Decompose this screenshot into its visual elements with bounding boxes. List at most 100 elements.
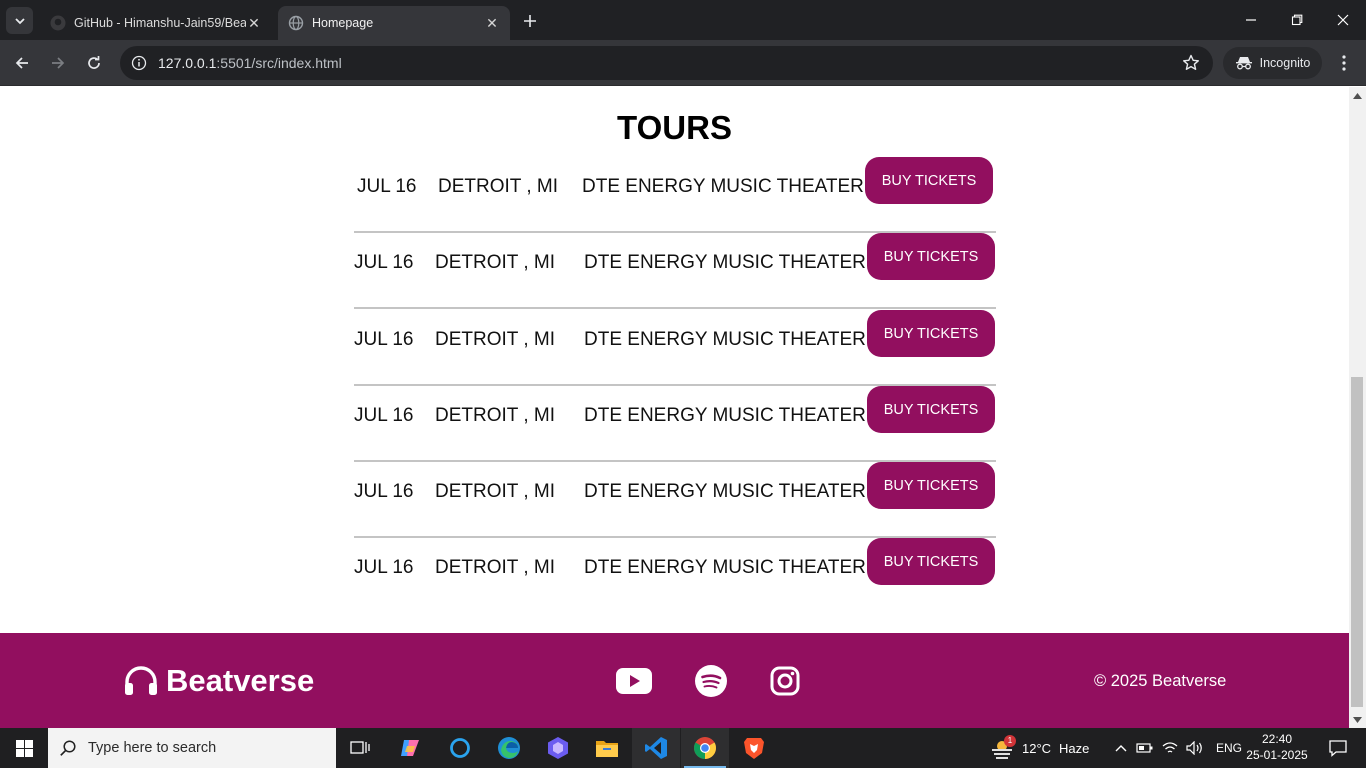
scrollbar-thumb[interactable] — [1351, 377, 1363, 707]
taskbar-vscode[interactable] — [632, 728, 680, 768]
address-bar[interactable]: 127.0.0.1:5501/src/index.html — [120, 46, 1213, 80]
footer-brand[interactable]: Beatverse — [124, 663, 314, 699]
tour-city: DETROIT , MI — [435, 481, 555, 502]
bookmark-star-icon[interactable] — [1181, 53, 1201, 73]
notification-center-button[interactable] — [1318, 728, 1358, 768]
restore-button[interactable] — [1274, 0, 1320, 40]
minimize-button[interactable] — [1228, 0, 1274, 40]
instagram-icon — [770, 666, 800, 696]
new-tab-button[interactable] — [518, 9, 542, 33]
tour-date: JUL 16 — [354, 481, 414, 502]
start-button[interactable] — [0, 728, 48, 768]
taskbar-copilot[interactable] — [386, 728, 434, 768]
brand-name: Beatverse — [166, 663, 315, 698]
minimize-icon — [1246, 19, 1256, 21]
url-text[interactable]: 127.0.0.1:5501/src/index.html — [158, 55, 342, 71]
copyright-text: © 2025 Beatverse — [1094, 672, 1227, 690]
taskbar-cortana[interactable] — [436, 728, 484, 768]
tab-search-button[interactable] — [6, 7, 33, 34]
copilot-icon — [401, 740, 419, 756]
taskbar-brave[interactable] — [730, 728, 778, 768]
tour-venue: DTE ENERGY MUSIC THEATER — [584, 481, 866, 502]
brave-icon — [744, 738, 764, 759]
spotify-link[interactable] — [692, 663, 730, 699]
scroll-up-icon[interactable] — [1349, 87, 1366, 104]
weather-widget[interactable]: 1 12°C Haze — [990, 728, 1089, 768]
weather-badge: 1 — [1004, 735, 1016, 747]
wifi-icon[interactable] — [1162, 741, 1178, 755]
site-footer: Beatverse © 2025 Beatverse — [0, 633, 1349, 728]
scroll-down-icon[interactable] — [1349, 711, 1366, 728]
browser-toolbar: 127.0.0.1:5501/src/index.html Incognito — [0, 40, 1366, 86]
tab-title: GitHub - Himanshu-Jain59/Bea — [74, 16, 246, 30]
tour-date: JUL 16 — [354, 329, 414, 350]
task-view-button[interactable] — [336, 728, 384, 768]
incognito-icon — [1235, 57, 1252, 70]
tour-row: JUL 16 DETROIT , MI DTE ENERGY MUSIC THE… — [354, 462, 996, 538]
forward-button[interactable] — [44, 49, 72, 77]
tour-row: JUL 16 DETROIT , MI DTE ENERGY MUSIC THE… — [354, 538, 996, 614]
youtube-icon — [616, 668, 652, 694]
page-scrollbar[interactable] — [1349, 87, 1366, 728]
tab-github[interactable]: GitHub - Himanshu-Jain59/Bea ✕ — [40, 6, 272, 40]
notification-icon — [1329, 740, 1347, 757]
incognito-indicator[interactable]: Incognito — [1223, 47, 1322, 79]
weather-haze-icon: 1 — [990, 735, 1016, 759]
back-button[interactable] — [8, 49, 36, 77]
language-indicator[interactable]: ENG — [1216, 741, 1242, 755]
volume-icon[interactable] — [1186, 741, 1204, 755]
tab-title: Homepage — [312, 16, 374, 30]
battery-icon[interactable] — [1136, 742, 1154, 754]
buy-tickets-button[interactable]: BUY TICKETS — [867, 310, 995, 357]
globe-icon — [288, 15, 304, 31]
tour-city: DETROIT , MI — [438, 176, 558, 197]
app-hexagon-icon — [548, 737, 568, 759]
headphones-icon — [125, 666, 157, 695]
close-icon[interactable]: ✕ — [484, 15, 500, 31]
tour-date: JUL 16 — [354, 405, 414, 426]
buy-tickets-button[interactable]: BUY TICKETS — [867, 386, 995, 433]
clock-time: 22:40 — [1261, 732, 1293, 746]
taskbar-copilot-app[interactable] — [534, 728, 582, 768]
url-host: 127.0.0.1 — [158, 55, 217, 71]
incognito-label: Incognito — [1259, 56, 1311, 70]
page-viewport[interactable]: TOURS JUL 16 DETROIT , MI DTE ENERGY MUS… — [0, 87, 1349, 728]
system-tray: ENG — [1114, 728, 1242, 768]
taskbar-edge[interactable] — [485, 728, 533, 768]
task-view-icon — [350, 741, 370, 754]
close-icon[interactable]: ✕ — [246, 15, 262, 31]
tab-homepage[interactable]: Homepage ✕ — [278, 6, 510, 40]
tour-date: JUL 16 — [357, 176, 417, 197]
buy-tickets-button[interactable]: BUY TICKETS — [867, 538, 995, 585]
taskbar-clock[interactable]: 22:40 25-01-2025 — [1244, 731, 1310, 763]
url-path: :5501/src/index.html — [216, 55, 342, 71]
tour-venue: DTE ENERGY MUSIC THEATER — [582, 176, 864, 197]
arrow-left-icon — [15, 57, 28, 69]
arrow-right-icon — [52, 57, 65, 69]
windows-taskbar: Type here to search 1 12°C Haze ENG 22:4… — [0, 728, 1366, 768]
youtube-link[interactable] — [615, 663, 653, 699]
chrome-icon — [694, 737, 716, 759]
search-icon — [48, 739, 88, 757]
plus-icon — [524, 15, 536, 27]
taskbar-chrome[interactable] — [681, 728, 729, 768]
edge-icon — [498, 737, 520, 759]
vscode-icon — [645, 737, 667, 759]
tour-venue: DTE ENERGY MUSIC THEATER — [584, 405, 866, 426]
reload-icon — [88, 56, 100, 69]
buy-tickets-button[interactable]: BUY TICKETS — [867, 233, 995, 280]
site-info-icon[interactable] — [122, 55, 156, 71]
taskbar-search-box[interactable]: Type here to search — [48, 728, 336, 768]
taskbar-file-explorer[interactable] — [583, 728, 631, 768]
buy-tickets-button[interactable]: BUY TICKETS — [867, 462, 995, 509]
search-placeholder: Type here to search — [88, 740, 217, 756]
instagram-link[interactable] — [766, 663, 804, 699]
spotify-icon — [695, 665, 727, 697]
browser-menu-button[interactable] — [1332, 49, 1356, 77]
close-window-button[interactable] — [1320, 0, 1366, 40]
clock-date: 25-01-2025 — [1246, 748, 1308, 762]
buy-tickets-button[interactable]: BUY TICKETS — [865, 157, 993, 204]
chevron-up-icon[interactable] — [1114, 743, 1128, 753]
reload-button[interactable] — [80, 49, 108, 77]
weather-text: Haze — [1059, 740, 1090, 756]
